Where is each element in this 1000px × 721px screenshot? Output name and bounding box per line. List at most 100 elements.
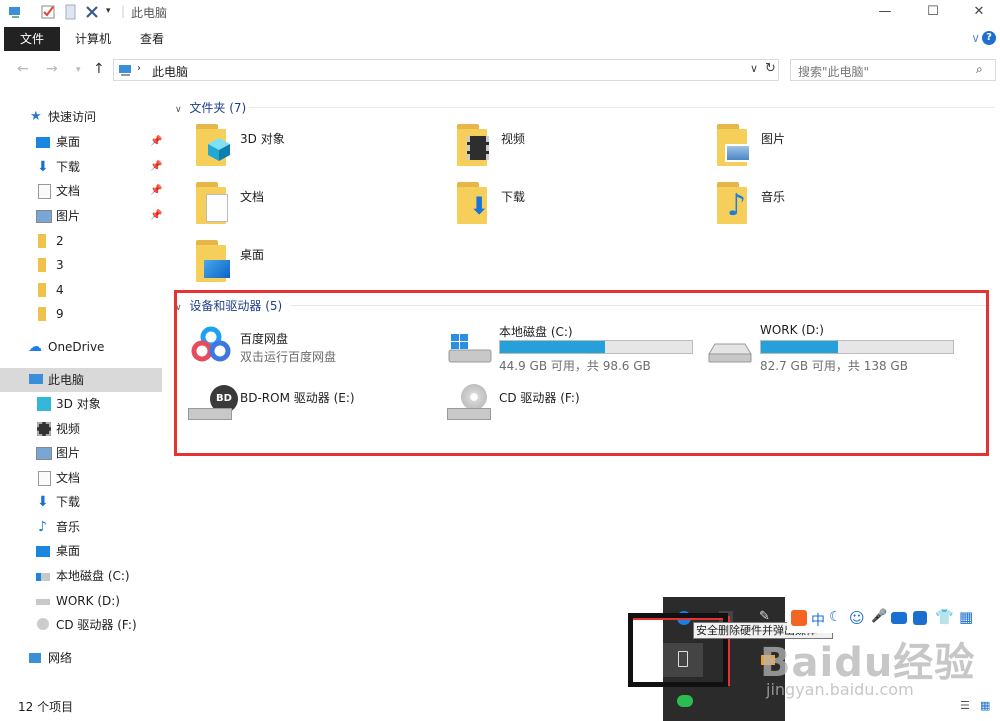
nav-quick-item[interactable]: 文档 📌 <box>0 179 162 203</box>
nav-pc-item[interactable]: 3D 对象 <box>0 392 162 416</box>
section-folders[interactable]: ∨ 文件夹 (7) <box>175 99 994 116</box>
help-icon[interactable]: ? <box>982 31 996 45</box>
nav-label: 音乐 <box>56 520 81 534</box>
nav-pc-item[interactable]: 本地磁盘 (C:) <box>0 564 162 588</box>
large-icons-view-icon[interactable]: ▦ <box>980 699 990 712</box>
folder-label: 图片 <box>761 132 786 146</box>
nav-label: 文档 <box>56 184 81 198</box>
new-folder-icon[interactable] <box>63 4 79 20</box>
maximize-button[interactable]: ☐ <box>910 0 956 24</box>
drive-icon <box>36 599 50 605</box>
nav-quick-item[interactable]: 桌面 📌 <box>0 130 162 154</box>
nav-quick-item[interactable]: ⬇ 下载 📌 <box>0 155 162 179</box>
toolbox-icon[interactable] <box>913 611 927 625</box>
folder-label: 视频 <box>501 132 526 146</box>
pin-icon[interactable]: 📌 <box>150 204 162 228</box>
pin-icon[interactable]: 📌 <box>150 179 162 203</box>
forward-arrow-icon[interactable]: → <box>46 61 58 77</box>
nav-pc-item[interactable]: 图片 <box>0 441 162 465</box>
nav-quick-item[interactable]: 图片 📌 <box>0 204 162 228</box>
folder-music-icon: ♪ <box>713 182 759 224</box>
search-input[interactable]: 搜索"此电脑" ⌕ <box>790 59 996 81</box>
star-icon: ★ <box>30 109 42 124</box>
ribbon-collapse-icon[interactable]: ∨ <box>971 31 980 45</box>
pictures-icon <box>36 447 52 460</box>
title-separator: | <box>121 4 126 18</box>
chevron-right-icon[interactable]: › <box>137 63 141 74</box>
skin-shirt-icon[interactable]: 👕 <box>935 608 954 626</box>
pin-icon[interactable]: 📌 <box>150 130 162 154</box>
computer-icon <box>29 374 43 384</box>
item-count: 12 个项目 <box>18 700 74 714</box>
nav-label: CD 驱动器 (F:) <box>56 618 137 632</box>
nav-label: 桌面 <box>56 544 81 558</box>
tab-file[interactable]: 文件 <box>4 27 60 51</box>
nav-pc-item[interactable]: 桌面 <box>0 539 162 563</box>
nav-label: 此电脑 <box>48 373 85 387</box>
cd-drive-icon <box>37 618 49 630</box>
address-bar[interactable]: › 此电脑 ∨ ↻ <box>113 59 779 81</box>
nav-label: 4 <box>56 283 64 297</box>
nav-pc-item[interactable]: 视频 <box>0 417 162 441</box>
nav-pc-item[interactable]: ♪ 音乐 <box>0 515 162 539</box>
folder-desktop-icon <box>192 240 238 282</box>
customize-quick-access-icon[interactable]: ▾ <box>106 6 111 16</box>
title-bar: ▾ | 此电脑 — ☐ ✕ <box>0 0 1000 24</box>
tab-computer[interactable]: 计算机 <box>62 27 124 51</box>
folder-tile[interactable]: ♪ 音乐 <box>713 182 953 232</box>
folder-tile[interactable]: 桌面 <box>192 240 432 290</box>
moon-icon[interactable]: ☾ <box>829 609 842 625</box>
minimize-button[interactable]: — <box>862 0 908 24</box>
nav-quick-access[interactable]: ★ 快速访问 <box>0 105 162 129</box>
nav-pc-item[interactable]: WORK (D:) <box>0 589 162 613</box>
tab-view[interactable]: 查看 <box>127 27 177 51</box>
folder-tile[interactable]: 文档 <box>192 182 432 232</box>
nav-quick-item[interactable]: 3 <box>0 253 162 277</box>
microphone-icon[interactable]: 🎤 <box>871 609 887 624</box>
folder-tile[interactable]: 图片 <box>713 124 953 174</box>
search-placeholder: 搜索"此电脑" <box>798 65 870 79</box>
window-title: 此电脑 <box>131 6 168 20</box>
nav-quick-item[interactable]: 2 <box>0 229 162 253</box>
nav-label: 网络 <box>48 651 73 665</box>
back-arrow-icon[interactable]: ← <box>17 61 29 77</box>
nav-pc-item[interactable]: 文档 <box>0 466 162 490</box>
up-arrow-icon[interactable]: ↑ <box>93 61 105 77</box>
sogou-icon[interactable] <box>791 610 807 626</box>
keyboard-icon[interactable] <box>891 612 907 624</box>
nav-label: WORK (D:) <box>56 594 120 608</box>
desktop-icon <box>36 546 50 557</box>
close-button[interactable]: ✕ <box>956 0 1000 24</box>
folder-documents-icon <box>192 182 238 224</box>
nav-onedrive[interactable]: ☁ OneDrive <box>0 335 162 359</box>
document-icon <box>38 471 51 486</box>
folder-tile[interactable]: ⬇ 下载 <box>453 182 693 232</box>
chevron-down-icon[interactable]: ∨ <box>175 105 182 115</box>
wechat-icon[interactable] <box>677 695 693 707</box>
nav-pc-item[interactable]: CD 驱动器 (F:) <box>0 613 162 637</box>
address-dropdown-icon[interactable]: ∨ <box>750 62 758 75</box>
refresh-icon[interactable]: ↻ <box>765 61 776 76</box>
nav-quick-item[interactable]: 9 <box>0 302 162 326</box>
nav-this-pc[interactable]: 此电脑 <box>0 368 162 392</box>
properties-icon[interactable] <box>40 4 56 20</box>
nav-pc-item[interactable]: ⬇ 下载 <box>0 490 162 514</box>
folder-tile[interactable]: 视频 <box>453 124 693 174</box>
details-view-icon[interactable]: ☰ <box>960 699 970 712</box>
folder-label: 音乐 <box>761 190 786 204</box>
ime-lang[interactable]: 中 <box>811 610 825 630</box>
network-icon <box>29 653 41 663</box>
grid-menu-icon[interactable]: ▦ <box>959 608 973 626</box>
folder-label: 文档 <box>240 190 265 204</box>
nav-label: 3 <box>56 258 64 272</box>
nav-label: 图片 <box>56 209 81 223</box>
folder-icon <box>38 234 46 248</box>
emoji-icon[interactable]: ☺ <box>849 609 865 627</box>
delete-icon[interactable] <box>84 4 100 20</box>
nav-quick-item[interactable]: 4 <box>0 278 162 302</box>
recent-locations-icon[interactable]: ▾ <box>76 65 81 75</box>
folder-tile[interactable]: 3D 对象 <box>192 124 432 174</box>
music-icon: ♪ <box>38 519 47 535</box>
nav-network[interactable]: 网络 <box>0 646 162 670</box>
pin-icon[interactable]: 📌 <box>150 155 162 179</box>
